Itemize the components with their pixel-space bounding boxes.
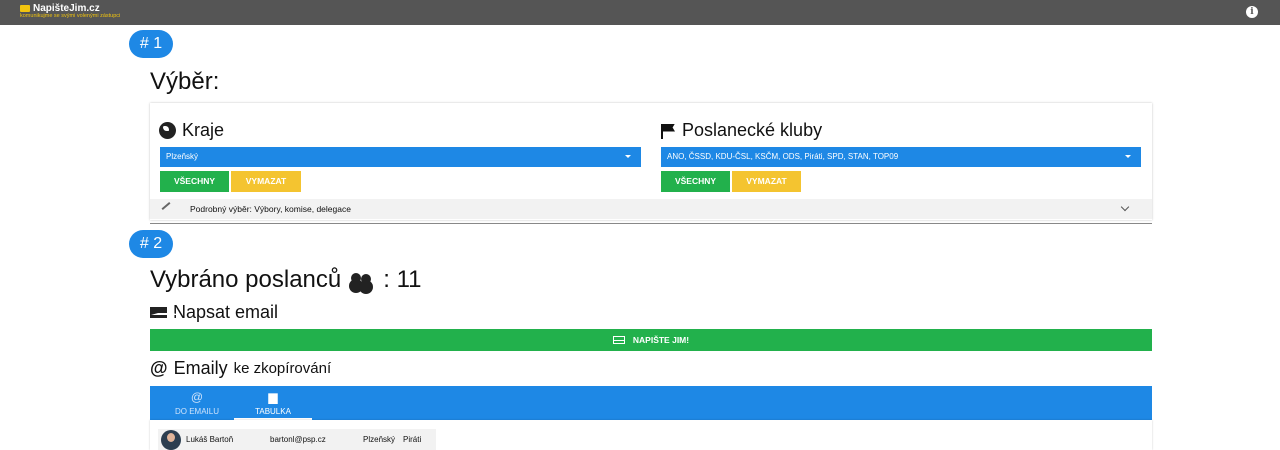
- envelope-icon: [612, 336, 625, 344]
- chat-bubble-icon: [20, 5, 30, 12]
- step-1-badge: # 1: [129, 30, 173, 58]
- deputy-name: Lukáš Bartoň: [186, 435, 234, 444]
- selected-count-value: : 11: [383, 266, 422, 293]
- dropdown-caret-icon: [625, 155, 631, 158]
- clubs-select[interactable]: ANO, ČSSD, KDU-ČSL, KSČM, ODS, Piráti, S…: [661, 147, 1141, 167]
- at-icon: @: [190, 390, 204, 404]
- step-2-badge: # 2: [129, 230, 173, 258]
- table-row[interactable]: Lukáš Bartoň bartonl@psp.cz Plzeňský Pir…: [158, 429, 436, 450]
- emails-heading: @ Emaily ke zkopírování: [150, 358, 331, 379]
- magic-wand-icon: [161, 202, 171, 210]
- emails-suffix: ke zkopírování: [233, 360, 332, 377]
- deputy-email[interactable]: bartonl@psp.cz: [270, 435, 326, 444]
- chevron-down-icon: [1120, 202, 1130, 212]
- section-divider: [150, 223, 1152, 224]
- selection-heading: Výběr:: [150, 68, 220, 95]
- write-email-heading: Napsat email: [150, 302, 278, 323]
- write-email-title: Napsat email: [173, 302, 279, 322]
- detail-selection-expander[interactable]: Podrobný výběr: Výbory, komise, delegace: [150, 199, 1152, 219]
- envelope-icon: [150, 307, 180, 318]
- clubs-title-text: Poslanecké kluby: [682, 120, 823, 140]
- regions-title: Kraje: [159, 120, 224, 141]
- people-icon: [349, 271, 375, 289]
- clubs-select-all-button[interactable]: VŠECHNY: [661, 171, 730, 192]
- at-icon: @: [150, 358, 168, 378]
- top-app-bar: NapišteJim.cz komunikujme se svými volen…: [0, 0, 1280, 25]
- tab-label: DO EMAILU: [174, 407, 219, 416]
- clubs-clear-button[interactable]: VYMAZAT: [732, 171, 801, 192]
- info-icon[interactable]: i: [1246, 6, 1258, 18]
- regions-select[interactable]: Plzeňský: [160, 147, 641, 167]
- regions-clear-button[interactable]: VYMAZAT: [231, 171, 301, 192]
- deputy-region: Plzeňský: [363, 435, 396, 444]
- selected-count-label: Vybráno poslanců: [150, 266, 342, 293]
- deputy-club: Piráti: [403, 435, 422, 444]
- detail-selection-label: Podrobný výběr: Výbory, komise, delegace: [190, 204, 351, 214]
- selected-count-heading: Vybráno poslanců : 11: [150, 266, 422, 294]
- send-email-label: NAPIŠTE JIM!: [632, 335, 690, 345]
- dropdown-caret-icon: [1125, 155, 1131, 158]
- emails-title: Emaily: [173, 358, 228, 378]
- tab-label: TABULKA: [255, 407, 291, 416]
- deputies-table: Lukáš Bartoň bartonl@psp.cz Plzeňský Pir…: [150, 420, 1152, 450]
- document-icon: ▆: [268, 390, 278, 404]
- regions-title-text: Kraje: [182, 120, 225, 140]
- tab-tabulka[interactable]: ▆ TABULKA: [234, 386, 312, 420]
- clubs-title: Poslanecké kluby: [660, 120, 822, 141]
- avatar: [161, 430, 181, 450]
- regions-select-all-button[interactable]: VŠECHNY: [160, 171, 229, 192]
- emails-tabs: @ DO EMAILU ▆ TABULKA: [150, 386, 1152, 420]
- send-email-button[interactable]: NAPIŠTE JIM!: [150, 329, 1152, 351]
- brand-subtitle: komunikujme se svými volenými zástupci: [20, 13, 121, 19]
- clubs-select-value: ANO, ČSSD, KDU-ČSL, KSČM, ODS, Piráti, S…: [667, 152, 899, 161]
- tab-do-emailu[interactable]: @ DO EMAILU: [158, 386, 236, 420]
- regions-select-value: Plzeňský: [166, 152, 199, 161]
- flag-icon: [660, 123, 676, 139]
- globe-icon: [159, 122, 176, 139]
